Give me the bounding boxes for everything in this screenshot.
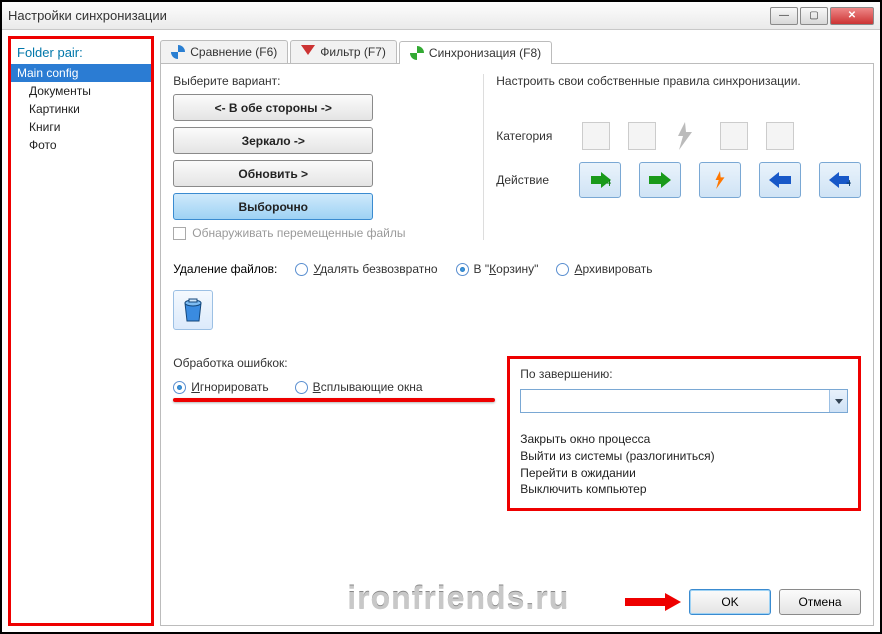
delete-archive-radio[interactable]: Архивировать (556, 262, 652, 276)
radio-icon (456, 263, 469, 276)
folder-pair-sidebar: Folder pair: Main config Документы Карти… (8, 36, 154, 626)
action-conflict-button[interactable] (699, 162, 741, 198)
completion-option[interactable]: Выключить компьютер (520, 481, 848, 498)
completion-option[interactable]: Перейти в ожидании (520, 465, 848, 482)
svg-text:+: + (846, 176, 851, 189)
radio-icon (295, 381, 308, 394)
variant-update-button[interactable]: Обновить > (173, 160, 373, 187)
minimize-button[interactable]: — (770, 7, 798, 25)
completion-option[interactable]: Выйти из системы (разлогиниться) (520, 448, 848, 465)
variant-both-button[interactable]: <- В обе стороны -> (173, 94, 373, 121)
detect-moved-checkbox[interactable]: Обнаруживать перемещенные файлы (173, 226, 483, 240)
rules-desc: Настроить свои собственные правила синхр… (496, 74, 861, 88)
on-completion-combo[interactable] (520, 389, 848, 413)
category-left-only-icon (582, 122, 610, 150)
errors-ignore-radio[interactable]: Игнорировать (173, 380, 268, 394)
action-copy-right-button[interactable] (759, 162, 801, 198)
sidebar-item-photo[interactable]: Фото (11, 136, 151, 154)
gear-green-icon (410, 46, 424, 60)
annotation-underline (173, 398, 495, 402)
watermark: ironfriends.ru (347, 580, 569, 617)
completion-option[interactable]: Закрыть окно процесса (520, 431, 848, 448)
window-title: Настройки синхронизации (8, 8, 770, 23)
action-label: Действие (496, 173, 549, 187)
checkbox-icon (173, 227, 186, 240)
category-right-newer-icon (720, 122, 748, 150)
sidebar-heading: Folder pair: (11, 43, 151, 64)
action-copy-left-new-button[interactable]: + (579, 162, 621, 198)
trash-icon (181, 297, 205, 323)
radio-icon (295, 263, 308, 276)
on-completion-label: По завершению: (520, 367, 848, 381)
action-copy-left-button[interactable] (639, 162, 681, 198)
errors-label: Обработка ошибкок: (173, 356, 495, 370)
cancel-button[interactable]: Отмена (779, 589, 861, 615)
sidebar-item-pictures[interactable]: Картинки (11, 100, 151, 118)
category-label: Категория (496, 129, 552, 143)
tabs: Сравнение (F6) Фильтр (F7) Синхронизация… (160, 36, 874, 64)
delete-recycle-radio[interactable]: В "Корзину" (456, 262, 539, 276)
recycle-bin-button[interactable] (173, 290, 213, 330)
category-conflict-icon (674, 122, 702, 150)
sidebar-item-main[interactable]: Main config (11, 64, 151, 82)
tab-sync[interactable]: Синхронизация (F8) (399, 41, 552, 64)
titlebar: Настройки синхронизации — ▢ ✕ (2, 2, 880, 30)
variant-mirror-button[interactable]: Зеркало -> (173, 127, 373, 154)
chevron-down-icon (829, 390, 847, 412)
maximize-button[interactable]: ▢ (800, 7, 828, 25)
gear-icon (171, 45, 185, 59)
sidebar-item-documents[interactable]: Документы (11, 82, 151, 100)
variant-label: Выберите вариант: (173, 74, 483, 88)
tab-compare[interactable]: Сравнение (F6) (160, 40, 288, 63)
funnel-icon (301, 45, 315, 59)
close-button[interactable]: ✕ (830, 7, 874, 25)
sidebar-item-books[interactable]: Книги (11, 118, 151, 136)
delete-label: Удаление файлов: (173, 262, 277, 276)
category-right-only-icon (766, 122, 794, 150)
on-completion-box: По завершению: Закрыть окно процесса Вый… (507, 356, 861, 511)
radio-icon (173, 381, 186, 394)
errors-popup-radio[interactable]: Всплывающие окна (295, 380, 423, 394)
action-copy-right-new-button[interactable]: + (819, 162, 861, 198)
radio-icon (556, 263, 569, 276)
delete-permanent-radio[interactable]: Удалять безвозвратно (295, 262, 437, 276)
ok-button[interactable]: OK (689, 589, 771, 615)
variant-custom-button[interactable]: Выборочно (173, 193, 373, 220)
svg-text:+: + (606, 176, 611, 189)
tab-filter[interactable]: Фильтр (F7) (290, 40, 397, 63)
annotation-arrow-icon (625, 593, 681, 611)
category-left-newer-icon (628, 122, 656, 150)
